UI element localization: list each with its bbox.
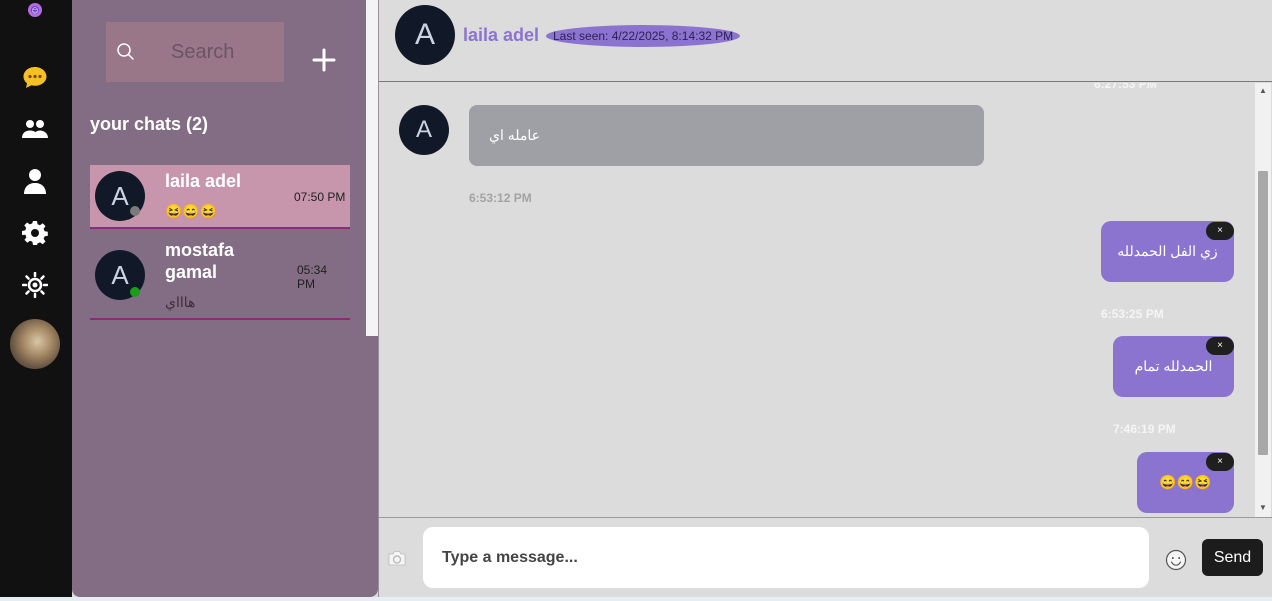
message-input[interactable] bbox=[423, 527, 1149, 588]
chat-time: 07:50 PM bbox=[294, 190, 346, 204]
last-seen-badge: Last seen: 4/22/2025, 8:14:32 PM bbox=[546, 25, 741, 47]
chat-app: ☺ your chats (2) A laila ade bbox=[0, 0, 1272, 601]
new-chat-button[interactable] bbox=[311, 47, 337, 73]
chat-name: mostafa gamal bbox=[165, 240, 235, 282]
avatar-letter: A bbox=[111, 259, 129, 290]
user-icon[interactable] bbox=[20, 166, 50, 196]
delete-message-button[interactable]: × bbox=[1206, 222, 1234, 240]
online-status-dot bbox=[130, 287, 140, 297]
message-time: 6:27:53 PM bbox=[1094, 83, 1157, 91]
avatar-letter: A bbox=[414, 18, 435, 51]
avatar-letter: A bbox=[415, 116, 432, 143]
icon-rail: ☺ bbox=[0, 0, 72, 601]
incoming-message: عامله اي bbox=[469, 105, 984, 166]
send-button[interactable]: Send bbox=[1202, 539, 1263, 576]
logo-icon[interactable]: ☺ bbox=[26, 2, 44, 20]
sidebar-scrollbar[interactable] bbox=[366, 0, 378, 336]
sun-icon[interactable] bbox=[20, 270, 50, 300]
sender-avatar: A bbox=[399, 105, 449, 155]
message-time: 6:53:12 PM bbox=[469, 191, 532, 205]
profile-avatar[interactable] bbox=[10, 319, 60, 369]
chats-title: your chats (2) bbox=[90, 114, 209, 134]
message-composer: Send bbox=[379, 517, 1272, 601]
delete-message-button[interactable]: × bbox=[1206, 453, 1234, 471]
chat-panel: A laila adel Last seen: 4/22/2025, 8:14:… bbox=[378, 0, 1272, 601]
chat-bubble-icon[interactable] bbox=[20, 62, 50, 92]
contact-name[interactable]: laila adel bbox=[463, 25, 539, 46]
chat-time: 05:34 PM bbox=[297, 263, 328, 291]
chat-header: A laila adel Last seen: 4/22/2025, 8:14:… bbox=[379, 0, 1272, 82]
contact-avatar[interactable]: A bbox=[395, 5, 455, 65]
offline-status-dot bbox=[130, 206, 140, 216]
scroll-thumb[interactable] bbox=[1258, 171, 1268, 455]
delete-message-button[interactable]: × bbox=[1206, 337, 1234, 355]
message-time: 6:53:25 PM bbox=[1101, 307, 1164, 321]
message-text: 😄😄😆 bbox=[1159, 474, 1212, 490]
chat-preview: 😆😄😆 bbox=[165, 203, 218, 219]
search-input[interactable] bbox=[146, 32, 276, 72]
emoji-icon[interactable] bbox=[1165, 549, 1187, 571]
bottom-strip bbox=[0, 597, 1272, 601]
search-icon bbox=[116, 42, 136, 62]
message-list: 6:27:53 PM A عامله اي 6:53:12 PM زي الفل… bbox=[379, 83, 1255, 517]
search-box bbox=[106, 22, 284, 82]
chat-list-item[interactable]: A laila adel 😆😄😆 07:50 PM bbox=[90, 165, 350, 229]
avatar-letter: A bbox=[111, 180, 129, 211]
chat-name: laila adel bbox=[165, 171, 242, 191]
chat-preview: هاااي bbox=[165, 294, 196, 310]
message-text: زي الفل الحمدلله bbox=[1117, 243, 1218, 259]
camera-icon[interactable] bbox=[387, 549, 407, 569]
message-time: 7:46:19 PM bbox=[1113, 422, 1176, 436]
users-icon[interactable] bbox=[20, 114, 50, 144]
message-text: الحمدلله تمام bbox=[1134, 358, 1213, 374]
chat-list-item[interactable]: A mostafa gamal هاااي 05:34 PM bbox=[90, 229, 350, 320]
svg-text:☺: ☺ bbox=[31, 7, 38, 15]
scroll-up-arrow-icon[interactable]: ▲ bbox=[1258, 86, 1268, 96]
message-text: عامله اي bbox=[489, 127, 540, 143]
message-scrollbar[interactable]: ▲ ▼ bbox=[1255, 83, 1271, 517]
gear-icon[interactable] bbox=[20, 218, 50, 248]
scroll-down-arrow-icon[interactable]: ▼ bbox=[1258, 503, 1268, 513]
